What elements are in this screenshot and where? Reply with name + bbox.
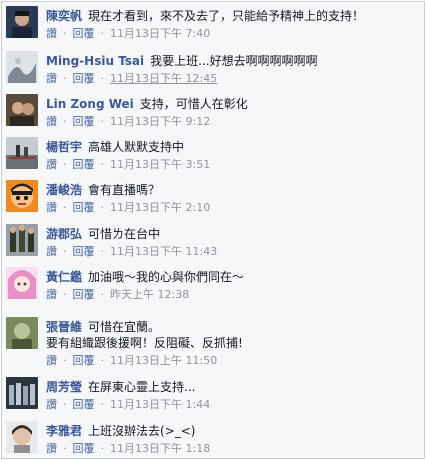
comment-item: 游郡弘 可惜ㄌ在台中 讚 · 回覆 · 11月13日下午 11:43 bbox=[2, 220, 424, 264]
comment-item: Ming-Hsiu Tsai 我要上班...好想去啊啊啊啊啊啊 讚 · 回覆 · 11月1… bbox=[2, 47, 424, 91]
comment-text: 支持，可惜人在彰化 bbox=[139, 97, 248, 111]
separator: · bbox=[100, 245, 105, 258]
comment-text: 可惜在宜蘭。 bbox=[88, 320, 161, 334]
like-link[interactable]: 讚 bbox=[46, 354, 57, 367]
comment-timestamp[interactable]: 11月13日下午 12:45 bbox=[110, 72, 217, 85]
separator: · bbox=[100, 72, 105, 85]
separator: · bbox=[100, 201, 105, 214]
like-link[interactable]: 讚 bbox=[46, 201, 57, 214]
comment-item: 陳奕帆 現在才看到，來不及去了，只能給予精神上的支持！ 讚 · 回覆 · 11月13日下午… bbox=[2, 2, 424, 48]
comment-timestamp[interactable]: 11月13日下午 11:43 bbox=[110, 245, 217, 258]
reply-link[interactable]: 回覆 bbox=[73, 72, 95, 85]
separator: · bbox=[63, 442, 67, 455]
comment-timestamp[interactable]: 11月13日下午 1:18 bbox=[110, 442, 210, 455]
avatar-icon[interactable] bbox=[6, 267, 38, 299]
separator: · bbox=[63, 288, 67, 301]
comment-timestamp[interactable]: 11月13日上午 11:50 bbox=[110, 354, 217, 367]
comment-author[interactable]: 楊哲宇 bbox=[46, 140, 82, 154]
comment-item: 黃仁鑑 加油哦～我的心與你們同在～ 讚 · 回覆 · 昨天上午 12:38 bbox=[2, 263, 424, 314]
comment-text: 在屏東心靈上支持... bbox=[88, 380, 196, 394]
separator: · bbox=[63, 115, 67, 128]
like-link[interactable]: 讚 bbox=[46, 158, 57, 171]
reply-link[interactable]: 回覆 bbox=[73, 245, 95, 258]
separator: · bbox=[63, 245, 67, 258]
comment-text: 現在才看到，來不及去了，只能給予精神上的支持！ bbox=[88, 9, 365, 23]
comment-author[interactable]: 張晉維 bbox=[46, 320, 82, 334]
comment-text-line2: 要有組織跟後援啊！反阻礙、反抓捕! bbox=[46, 336, 243, 350]
comment-author[interactable]: Lin Zong Wei bbox=[46, 97, 134, 111]
avatar-icon[interactable] bbox=[6, 224, 38, 256]
like-link[interactable]: 讚 bbox=[46, 72, 57, 85]
separator: · bbox=[63, 72, 67, 85]
comment-item: 張晉維 可惜在宜蘭。 要有組織跟後援啊！反阻礙、反抓捕! 讚 · 回覆 · 11月13日上… bbox=[2, 313, 424, 374]
separator: · bbox=[100, 354, 105, 367]
comment-item: 楊哲宇 高雄人默默支持中 讚 · 回覆 · 11月13日下午 3:51 bbox=[2, 133, 424, 177]
comment-timestamp[interactable]: 11月13日下午 1:44 bbox=[110, 398, 210, 411]
avatar-icon[interactable] bbox=[6, 6, 38, 38]
comment-author[interactable]: 游郡弘 bbox=[46, 227, 82, 241]
separator: · bbox=[100, 27, 105, 40]
reply-link[interactable]: 回覆 bbox=[73, 442, 95, 455]
comment-text: 高雄人默默支持中 bbox=[88, 140, 185, 154]
separator: · bbox=[100, 158, 105, 171]
comment-item: 李雅君 上班沒辦法去(>_<) 讚 · 回覆 · 11月13日下午 1:18 bbox=[2, 417, 424, 458]
like-link[interactable]: 讚 bbox=[46, 245, 57, 258]
avatar-icon[interactable] bbox=[6, 180, 38, 212]
avatar-icon[interactable] bbox=[6, 317, 38, 349]
comment-author[interactable]: 周芳瑩 bbox=[46, 380, 82, 394]
separator: · bbox=[100, 442, 105, 455]
reply-link[interactable]: 回覆 bbox=[73, 354, 95, 367]
comment-author[interactable]: 潘峻浩 bbox=[46, 183, 82, 197]
separator: · bbox=[100, 288, 105, 301]
comment-item: 周芳瑩 在屏東心靈上支持... 讚 · 回覆 · 11月13日下午 1:44 bbox=[2, 373, 424, 418]
comment-timestamp[interactable]: 11月13日下午 7:40 bbox=[110, 27, 210, 40]
comment-timestamp[interactable]: 11月13日下午 9:12 bbox=[110, 115, 210, 128]
avatar-icon[interactable] bbox=[6, 377, 38, 409]
like-link[interactable]: 讚 bbox=[46, 288, 57, 301]
comment-author[interactable]: 黃仁鑑 bbox=[46, 270, 82, 284]
comment-text: 可惜ㄌ在台中 bbox=[88, 227, 161, 241]
comment-item: 潘峻浩 會有直播嗎？ 讚 · 回覆 · 11月13日下午 2:10 bbox=[2, 176, 424, 221]
comment-text: 加油哦～我的心與你們同在～ bbox=[88, 270, 245, 284]
comment-author[interactable]: Ming-Hsiu Tsai bbox=[46, 54, 144, 68]
like-link[interactable]: 讚 bbox=[46, 442, 57, 455]
separator: · bbox=[63, 158, 67, 171]
comment-author[interactable]: 陳奕帆 bbox=[46, 9, 82, 23]
separator: · bbox=[100, 398, 105, 411]
separator: · bbox=[63, 354, 67, 367]
comment-timestamp[interactable]: 11月13日下午 3:51 bbox=[110, 158, 210, 171]
comment-text: 我要上班...好想去啊啊啊啊啊啊 bbox=[150, 54, 318, 68]
comment-author[interactable]: 李雅君 bbox=[46, 424, 82, 438]
avatar-icon[interactable] bbox=[6, 137, 38, 169]
comment-list: 陳奕帆 現在才看到，來不及去了，只能給予精神上的支持！ 讚 · 回覆 · 11月13日下午… bbox=[1, 1, 425, 459]
reply-link[interactable]: 回覆 bbox=[73, 27, 95, 40]
reply-link[interactable]: 回覆 bbox=[73, 158, 95, 171]
like-link[interactable]: 讚 bbox=[46, 27, 57, 40]
avatar-icon[interactable] bbox=[6, 51, 38, 83]
avatar-icon[interactable] bbox=[6, 94, 38, 126]
separator: · bbox=[63, 201, 67, 214]
like-link[interactable]: 讚 bbox=[46, 398, 57, 411]
reply-link[interactable]: 回覆 bbox=[73, 288, 95, 301]
separator: · bbox=[100, 115, 105, 128]
reply-link[interactable]: 回覆 bbox=[73, 201, 95, 214]
like-link[interactable]: 讚 bbox=[46, 115, 57, 128]
comment-item: Lin Zong Wei 支持，可惜人在彰化 讚 · 回覆 · 11月13日下午 9:12 bbox=[2, 90, 424, 134]
comment-text: 上班沒辦法去(>_<) bbox=[88, 424, 196, 438]
reply-link[interactable]: 回覆 bbox=[73, 398, 95, 411]
comment-text: 會有直播嗎？ bbox=[88, 183, 161, 197]
comment-timestamp[interactable]: 昨天上午 12:38 bbox=[110, 288, 189, 301]
comment-timestamp[interactable]: 11月13日下午 2:10 bbox=[110, 201, 210, 214]
avatar-icon[interactable] bbox=[6, 421, 38, 453]
separator: · bbox=[63, 398, 67, 411]
reply-link[interactable]: 回覆 bbox=[73, 115, 95, 128]
separator: · bbox=[63, 27, 67, 40]
